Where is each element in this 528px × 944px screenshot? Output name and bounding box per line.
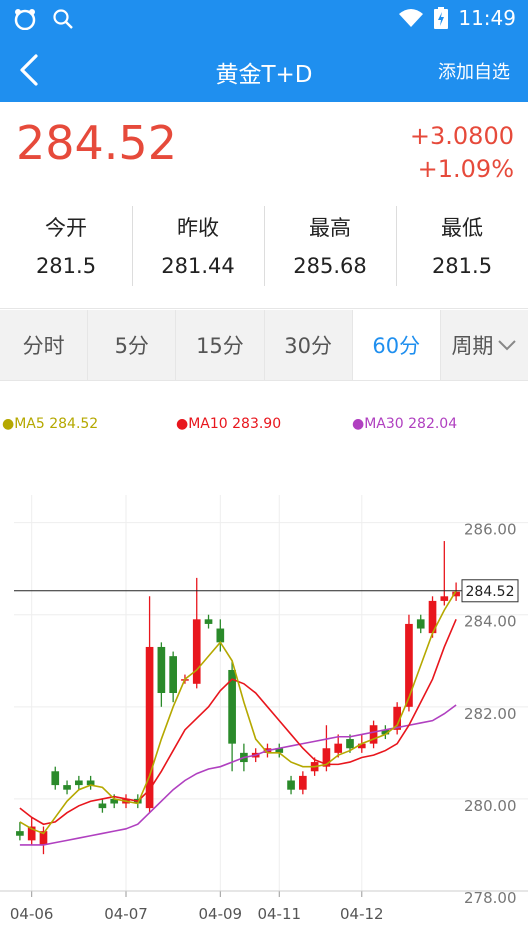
legend-ma30: ●MA30 282.04 — [352, 416, 457, 432]
x-tick-label: 04-09 — [199, 905, 243, 923]
stat-open: 今开 281.5 — [0, 198, 132, 308]
candle-body — [16, 831, 24, 836]
tab-period[interactable]: 周期 — [441, 310, 528, 380]
y-tick-label: 284.00 — [464, 613, 517, 631]
price-change-block: +3.0800 +1.09% — [410, 120, 514, 186]
stat-value: 281.44 — [161, 254, 235, 278]
candle-body — [346, 739, 354, 749]
tab-5min[interactable]: 5分 — [88, 310, 177, 380]
tab-period-label: 周期 — [451, 334, 494, 358]
candle-body — [169, 656, 177, 693]
app-logo-icon — [14, 9, 36, 30]
candle-body — [192, 619, 201, 684]
current-price: 284.52 — [16, 116, 177, 170]
stat-value: 285.68 — [293, 254, 367, 278]
stat-prev-close: 昨收 281.44 — [132, 198, 264, 308]
x-tick-label: 04-07 — [104, 905, 148, 923]
candle-body — [51, 771, 60, 786]
price-change: +3.0800 — [409, 122, 514, 150]
x-tick-label: 04-12 — [340, 905, 384, 923]
candle-body — [98, 803, 107, 809]
candle-body — [299, 775, 307, 790]
candle-body — [334, 743, 343, 753]
stat-value: 281.5 — [431, 254, 493, 278]
price-change-percent: +1.09% — [417, 155, 514, 183]
candle-body — [157, 646, 166, 693]
candle-body — [216, 628, 225, 643]
stats-row: 今开 281.5 昨收 281.44 最高 285.68 最低 281.5 — [0, 198, 528, 309]
chevron-down-icon — [498, 340, 517, 351]
y-tick-label: 282.00 — [464, 705, 517, 723]
x-tick-label: 04-06 — [10, 905, 54, 923]
search-icon[interactable] — [52, 8, 74, 30]
stat-label: 最低 — [441, 216, 483, 240]
battery-icon — [434, 7, 449, 29]
tab-60min[interactable]: 60分 — [352, 310, 441, 380]
x-tick-label: 04-11 — [257, 905, 301, 923]
stat-low: 最低 281.5 — [396, 198, 528, 308]
candle-body — [204, 619, 213, 624]
candle-body — [405, 623, 413, 707]
tab-30min[interactable]: 30分 — [265, 310, 353, 380]
stat-label: 最高 — [309, 216, 351, 240]
quote-panel: 284.52 +3.0800 +1.09% — [0, 102, 528, 198]
period-tabs: 分时 5分 15分 30分 60分 周期 — [0, 310, 528, 381]
wifi-icon — [399, 9, 424, 27]
add-watchlist-button[interactable]: 添加自选 — [438, 58, 510, 84]
tab-timeshare[interactable]: 分时 — [0, 310, 89, 380]
candle-body — [440, 596, 449, 601]
legend-ma10: ●MA10 283.90 — [176, 416, 281, 432]
stat-label: 今开 — [45, 216, 87, 240]
ma30-line — [19, 704, 457, 846]
ma5-line — [19, 590, 457, 835]
legend-ma5: ●MA5 284.52 — [2, 416, 98, 432]
stat-label: 昨收 — [177, 216, 219, 240]
last-price-label: 284.52 — [466, 584, 515, 600]
stat-value: 281.5 — [35, 254, 97, 278]
stat-high: 最高 285.68 — [264, 198, 396, 308]
candle-body — [287, 780, 295, 790]
tab-15min[interactable]: 15分 — [176, 310, 265, 380]
y-tick-label: 286.00 — [464, 521, 517, 539]
ma10-line — [19, 619, 457, 826]
kline-chart-svg: ●MA5 284.52 ●MA10 283.90 ●MA30 282.04 286.0… — [0, 416, 528, 923]
candle-body — [75, 780, 83, 786]
status-time: 11:49 — [458, 6, 516, 30]
y-tick-label: 280.00 — [464, 797, 517, 815]
status-bar: 11:49 — [0, 0, 528, 38]
kline-chart[interactable]: ●MA5 284.52 ●MA10 283.90 ●MA30 282.04 286.0… — [0, 381, 528, 940]
y-tick-label: 278.00 — [464, 889, 517, 907]
candle-body — [416, 619, 425, 629]
candle-body — [63, 785, 71, 790]
app-header: 黄金T+D 添加自选 — [0, 38, 528, 102]
